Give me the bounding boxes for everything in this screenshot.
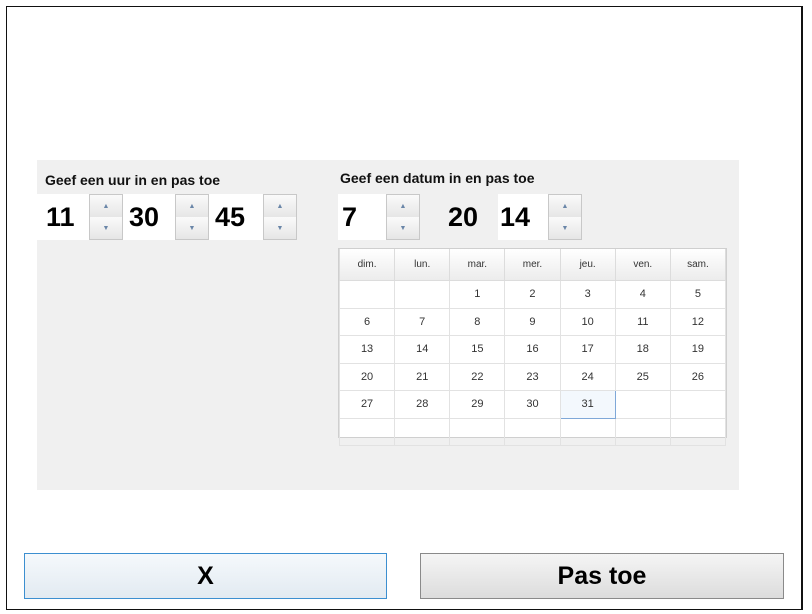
seconds-spinner: ▲ ▼ [263, 194, 297, 240]
hours-field[interactable]: 11 [37, 194, 89, 240]
calendar-day-cell[interactable]: 19 [669, 335, 727, 364]
calendar-day-cell[interactable]: 29 [449, 390, 506, 419]
calendar-day-cell[interactable]: 8 [449, 307, 506, 336]
calendar-day-cell[interactable] [559, 417, 616, 446]
calendar-day-cell[interactable]: 30 [504, 390, 561, 419]
calendar-day-cell[interactable]: 17 [559, 335, 616, 364]
calendar-day-cell[interactable]: 18 [614, 335, 671, 364]
calendar-day-cell[interactable]: 16 [504, 335, 561, 364]
calendar-day-cell[interactable] [394, 280, 451, 309]
minutes-down-arrow-icon[interactable]: ▼ [176, 217, 208, 239]
weekday-header: dim. [338, 249, 396, 281]
date-label: Geef een datum in en pas toe [340, 170, 535, 186]
weekday-header: lun. [394, 249, 451, 281]
seconds-field[interactable]: 45 [209, 194, 263, 240]
calendar-day-cell[interactable]: 1 [449, 280, 506, 309]
cancel-button[interactable]: X [24, 553, 387, 599]
minutes-spinner: ▲ ▼ [175, 194, 209, 240]
calendar-day-cell[interactable] [338, 280, 396, 309]
calendar-day-cell[interactable]: 9 [504, 307, 561, 336]
calendar-day-cell[interactable]: 21 [394, 362, 451, 391]
calendar-day-cell[interactable]: 2 [504, 280, 561, 309]
weekday-header: mer. [504, 249, 561, 281]
day-spinner: ▲ ▼ [386, 194, 420, 240]
apply-button[interactable]: Pas toe [420, 553, 784, 599]
calendar-day-cell[interactable]: 13 [338, 335, 396, 364]
calendar-day-cell[interactable]: 24 [559, 362, 616, 391]
calendar-day-cell[interactable] [449, 417, 506, 446]
calendar-day-cell[interactable]: 10 [559, 307, 616, 336]
hours-spinner: ▲ ▼ [89, 194, 123, 240]
weekday-header: mar. [449, 249, 506, 281]
day-up-arrow-icon[interactable]: ▲ [387, 195, 419, 218]
calendar-day-cell[interactable] [614, 417, 671, 446]
calendar-week-row: 20 21 22 23 24 25 26 [338, 362, 727, 391]
calendar-day-cell[interactable] [614, 390, 671, 419]
calendar-week-row: 27 28 29 30 31 [338, 390, 727, 419]
time-label: Geef een uur in en pas toe [45, 172, 221, 188]
calendar-day-cell[interactable] [504, 417, 561, 446]
year-prefix: 20 [420, 194, 498, 240]
calendar-day-cell[interactable]: 14 [394, 335, 451, 364]
calendar-day-cell[interactable]: 23 [504, 362, 561, 391]
calendar-day-cell[interactable] [669, 390, 727, 419]
calendar-day-cell[interactable]: 6 [338, 307, 396, 336]
calendar-week-row: 6 7 8 9 10 11 12 [338, 307, 727, 336]
calendar-day-cell[interactable]: 27 [338, 390, 396, 419]
year-field[interactable]: 14 [498, 194, 548, 240]
calendar-day-cell-selected[interactable]: 31 [559, 390, 616, 419]
year-down-arrow-icon[interactable]: ▼ [549, 217, 581, 239]
calendar-day-cell[interactable]: 3 [559, 280, 616, 309]
day-down-arrow-icon[interactable]: ▼ [387, 217, 419, 239]
calendar-day-cell[interactable]: 20 [338, 362, 396, 391]
calendar-day-cell[interactable] [338, 417, 396, 446]
minutes-field[interactable]: 30 [123, 194, 175, 240]
calendar-day-cell[interactable]: 4 [614, 280, 671, 309]
year-spinner: ▲ ▼ [548, 194, 582, 240]
calendar-week-row [338, 417, 727, 446]
weekday-header: jeu. [559, 249, 616, 281]
day-field[interactable]: 7 [338, 194, 386, 240]
weekday-header-row: dim. lun. mar. mer. jeu. ven. sam. [338, 249, 727, 281]
calendar-day-cell[interactable]: 22 [449, 362, 506, 391]
year-up-arrow-icon[interactable]: ▲ [549, 195, 581, 218]
calendar-week-row: 1 2 3 4 5 [338, 280, 727, 309]
calendar-day-cell[interactable] [669, 417, 727, 446]
calendar-day-cell[interactable]: 28 [394, 390, 451, 419]
seconds-up-arrow-icon[interactable]: ▲ [264, 195, 296, 218]
calendar-day-cell[interactable] [394, 417, 451, 446]
hours-up-arrow-icon[interactable]: ▲ [90, 195, 122, 218]
calendar-week-row: 13 14 15 16 17 18 19 [338, 335, 727, 364]
calendar-grid: dim. lun. mar. mer. jeu. ven. sam. 1 2 3… [338, 248, 727, 446]
weekday-header: ven. [614, 249, 671, 281]
hours-down-arrow-icon[interactable]: ▼ [90, 217, 122, 239]
calendar-day-cell[interactable]: 15 [449, 335, 506, 364]
calendar-day-cell[interactable]: 26 [669, 362, 727, 391]
calendar-day-cell[interactable]: 11 [614, 307, 671, 336]
weekday-header: sam. [669, 249, 727, 281]
calendar-day-cell[interactable]: 12 [669, 307, 727, 336]
seconds-down-arrow-icon[interactable]: ▼ [264, 217, 296, 239]
calendar-day-cell[interactable]: 25 [614, 362, 671, 391]
calendar-day-cell[interactable]: 7 [394, 307, 451, 336]
minutes-up-arrow-icon[interactable]: ▲ [176, 195, 208, 218]
calendar-day-cell[interactable]: 5 [669, 280, 727, 309]
